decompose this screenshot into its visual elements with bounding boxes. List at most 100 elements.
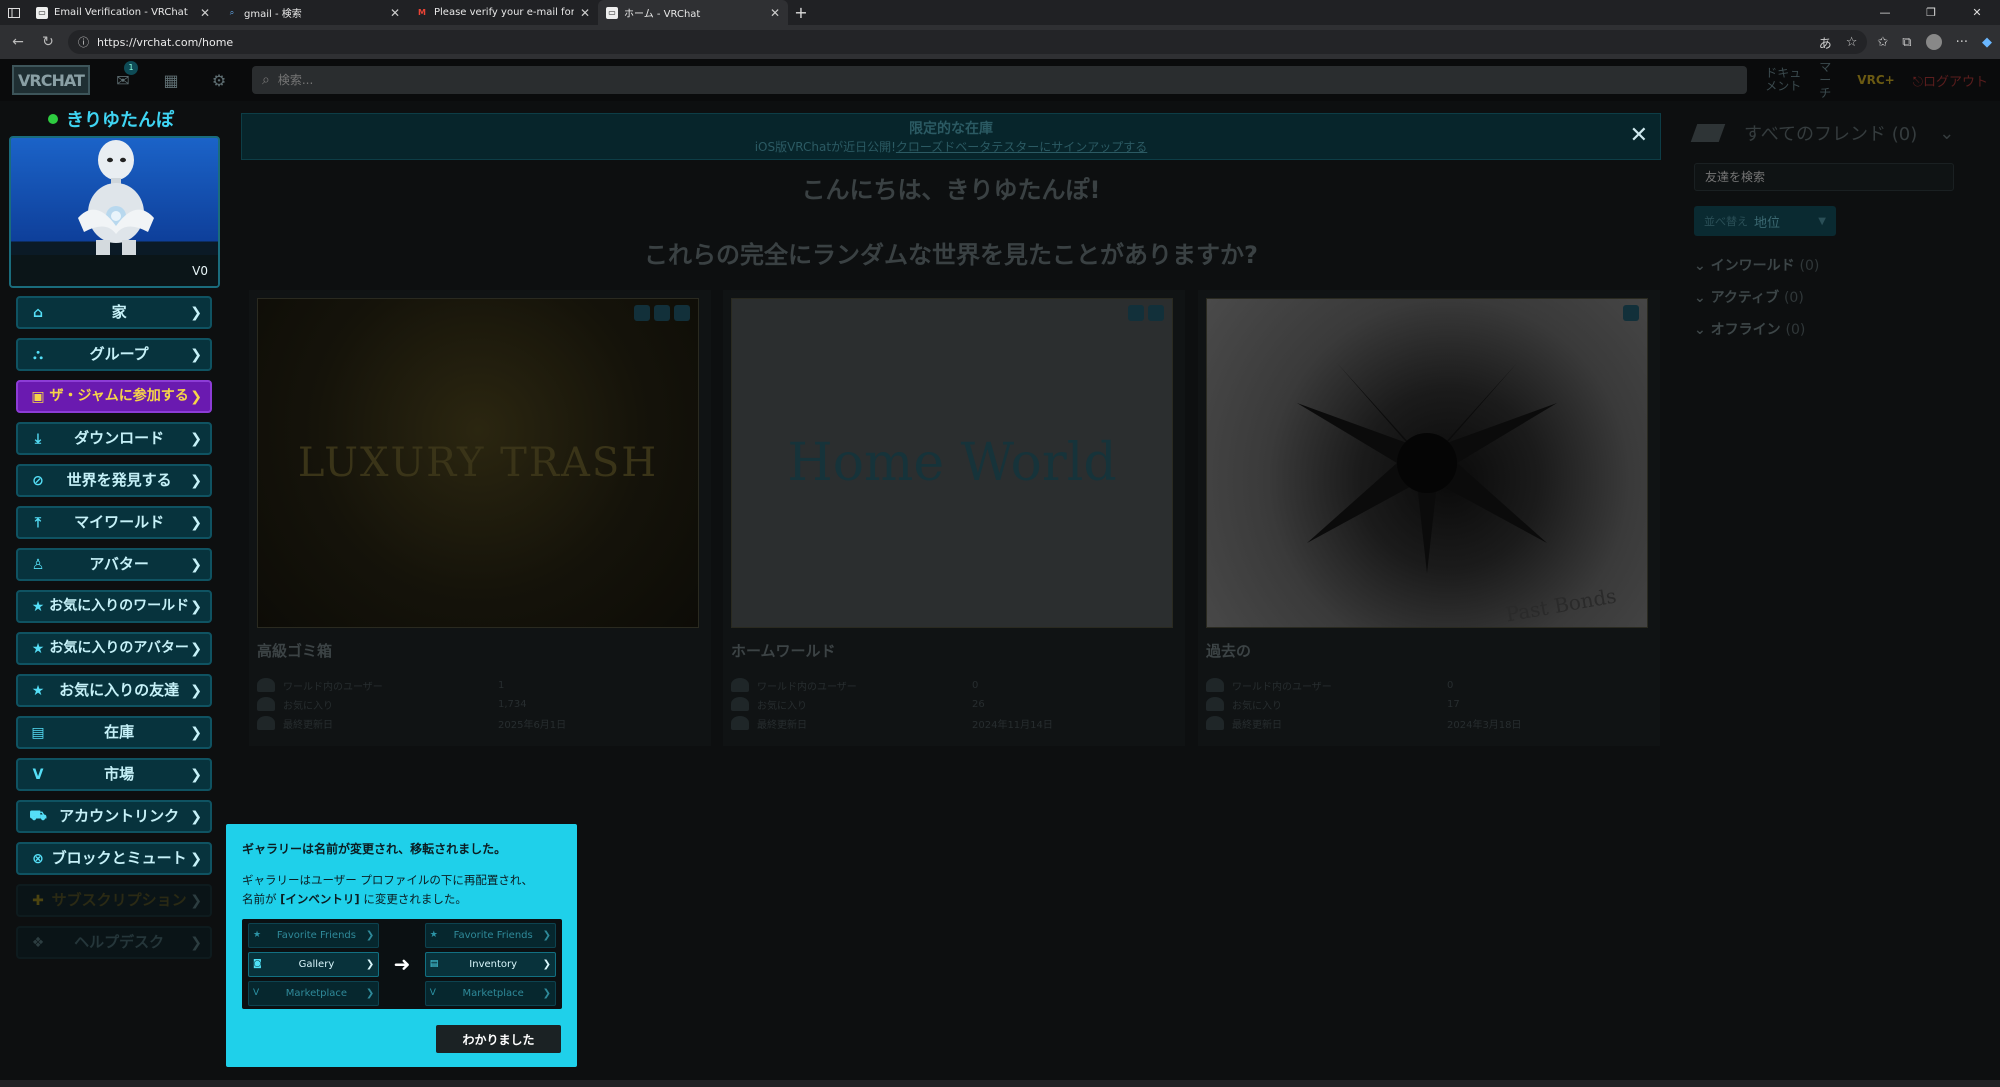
friend-sort-select[interactable]: 並べ替え 地位 ▼ (1694, 206, 1836, 236)
world-thumbnail[interactable]: LUXURY TRASH (257, 298, 699, 628)
site-info-icon[interactable]: ⓘ (78, 34, 89, 50)
browser-tab[interactable]: ⌕ gmail - 検索 ✕ (218, 0, 408, 25)
world-name[interactable]: 過去の (1206, 640, 1652, 661)
tab-actions-icon[interactable] (0, 0, 28, 25)
sidebar-item-groups[interactable]: ⛬ グループ ❯ (16, 338, 212, 371)
favorites-icon[interactable]: ✩ (1877, 35, 1888, 50)
logout-link[interactable]: ⎋ログアウト (1913, 71, 1988, 90)
close-icon[interactable]: ✕ (580, 6, 590, 20)
sidebar-item-marketplace[interactable]: V 市場 ❯ (16, 758, 212, 791)
world-card[interactable]: Past Bonds 過去の ワールド内のユーザー 0 お気に入り 17 最終更新日… (1198, 290, 1660, 746)
world-thumbnail[interactable]: Past Bonds (1206, 298, 1648, 628)
settings-icon[interactable]: ⚙ (204, 71, 234, 90)
promo-text-prefix: iOS版VRChatが近日公開! (754, 140, 896, 154)
vrc-plus-link[interactable]: VRC+ (1857, 73, 1894, 87)
download-icon: ⤓ (34, 430, 42, 447)
more-icon[interactable]: ··· (1956, 35, 1968, 50)
docs-link[interactable]: ドキュメント (1765, 67, 1801, 93)
friend-group-active[interactable]: ⌄ アクティブ (0) (1694, 287, 1819, 307)
calendar-icon[interactable]: ▦ (156, 71, 186, 90)
sidebar-item-favorite-worlds[interactable]: ★ お気に入りのワールド ❯ (16, 590, 212, 623)
close-icon[interactable]: ✕ (200, 6, 210, 20)
copilot-icon[interactable]: ◆ (1982, 35, 1992, 50)
sidebar-item-favorite-friends[interactable]: ★ お気に入りの友達 ❯ (16, 674, 212, 707)
minimize-icon[interactable]: — (1862, 0, 1908, 25)
window-close-icon[interactable]: ✕ (1954, 0, 2000, 25)
sidebar-item-label: お気に入りの友達 (59, 681, 180, 699)
sidebar-item-join-jam[interactable]: ▣ ザ・ジャムに参加する ❯ (16, 380, 212, 413)
sidebar-item-inventory[interactable]: ▤ 在庫 ❯ (16, 716, 212, 749)
demo-item: V Marketplace ❯ (424, 980, 556, 1006)
new-tab-icon[interactable]: + (788, 3, 814, 22)
mail-icon[interactable]: ✉ 1 (108, 60, 138, 90)
notice-title: ギャラリーは名前が変更され、移転されました。 (242, 842, 507, 856)
close-icon[interactable]: ✕ (390, 6, 400, 20)
android-platform-icon (1148, 305, 1164, 321)
march-link[interactable]: マーチ (1819, 60, 1839, 100)
world-name[interactable]: ホームワールド (731, 640, 1177, 661)
before-menu: ★ Favorite Friends ❯ ◙ Gallery ❯ V Marketplac… (248, 922, 380, 1006)
thumbnail-text: Past Bonds (1503, 583, 1619, 627)
window-bottom-edge (0, 1080, 2000, 1087)
star-icon: ★ (253, 930, 262, 940)
world-card[interactable]: LUXURY TRASH 高級ゴミ箱 ワールド内のユーザー 1 お気に入り 1,73… (249, 290, 711, 746)
search-input[interactable] (277, 73, 1738, 87)
sidebar-item-favorite-avatars[interactable]: ★ お気に入りのアバター ❯ (16, 632, 212, 665)
translate-icon[interactable]: あ (1819, 33, 1832, 52)
url-field[interactable]: ⓘ https://vrchat.com/home あ ☆ (68, 30, 1868, 54)
sidebar-item-help-desk[interactable]: ❖ ヘルプデスク ❯ (16, 926, 212, 959)
inventory-icon: ▤ (31, 724, 45, 741)
random-worlds-heading: これらの完全にランダムな世界を見たことがありますか? (644, 241, 1258, 269)
friend-search-field[interactable] (1694, 163, 1954, 191)
friend-search-input[interactable] (1705, 170, 1943, 184)
promo-signup-link[interactable]: クローズドベータテスターにサインアップする (896, 140, 1147, 154)
search-bar[interactable]: ⌕ (252, 66, 1748, 94)
sidebar-item-my-worlds[interactable]: ⤒ マイワールド ❯ (16, 506, 212, 539)
sidebar-item-account-link[interactable]: ⛟ アカウントリンク ❯ (16, 800, 212, 833)
vrchat-logo[interactable]: VRCHAT (12, 65, 90, 95)
sidebar-item-subscription[interactable]: ✚ サブスクリプション ❯ (16, 884, 212, 917)
friend-group-offline[interactable]: ⌄ オフライン (0) (1694, 319, 1819, 339)
stat-favorites: お気に入り 1,734 (257, 696, 703, 712)
demo-item: ◙ Gallery ❯ (248, 951, 380, 977)
browser-tab[interactable]: ▭ Email Verification - VRChat ✕ (28, 0, 218, 25)
browser-tab-active[interactable]: ▭ ホーム - VRChat ✕ (598, 0, 788, 25)
sidebar-item-label: ザ・ジャムに参加する (49, 388, 189, 404)
browser-tab[interactable]: M Please verify your e-mail for VRC ✕ (408, 0, 598, 25)
search-favicon-icon: ⌕ (229, 7, 235, 17)
friend-group-in-world[interactable]: ⌄ インワールド (0) (1694, 255, 1819, 275)
sidebar-item-block-mute[interactable]: ⊗ ブロックとミュート ❯ (16, 842, 212, 875)
sidebar-item-download[interactable]: ⤓ ダウンロード ❯ (16, 422, 212, 455)
browser-profile-avatar[interactable] (1925, 34, 1942, 50)
window-controls: — ❐ ✕ (1862, 0, 2000, 25)
close-icon[interactable]: ✕ (1630, 123, 1648, 148)
thumbnail-text: Home World (787, 433, 1117, 493)
world-thumbnail[interactable]: Home World (731, 298, 1173, 628)
world-name[interactable]: 高級ゴミ箱 (257, 640, 703, 661)
pc-platform-icon (634, 305, 650, 321)
back-icon[interactable]: ← (8, 34, 28, 50)
close-icon[interactable]: ✕ (770, 6, 780, 20)
chevron-right-icon: ❯ (365, 929, 375, 941)
chevron-right-icon: ❯ (190, 556, 202, 573)
avatar-card[interactable]: V0 (9, 136, 220, 288)
chevron-right-icon: ❯ (190, 388, 202, 405)
sidebar-item-avatars[interactable]: ♙ アバター ❯ (16, 548, 212, 581)
star-icon (1206, 697, 1224, 711)
gmail-favicon-icon: M (418, 8, 426, 17)
reload-icon[interactable]: ↻ (38, 34, 58, 50)
chevron-right-icon: ❯ (190, 682, 202, 699)
world-card[interactable]: Home World ホームワールド ワールド内のユーザー 0 お気に入り 26 最… (723, 290, 1185, 746)
sidebar-item-label: アカウントリンク (59, 807, 180, 825)
friends-header[interactable]: すべてのフレンド (0) ⌄ (1690, 120, 1954, 146)
sidebar-item-discover-worlds[interactable]: ⊘ 世界を発見する ❯ (16, 464, 212, 497)
search-icon: ⌕ (262, 72, 270, 88)
avatar-image (78, 140, 154, 255)
sidebar-item-label: ヘルプデスク (74, 933, 165, 951)
profile-name[interactable]: きりゆたんぽ (48, 106, 174, 132)
sidebar-item-home[interactable]: ⌂ 家 ❯ (16, 296, 212, 329)
got-it-button[interactable]: わかりました (436, 1025, 561, 1053)
bookmark-star-icon[interactable]: ☆ (1846, 35, 1858, 50)
restore-icon[interactable]: ❐ (1908, 0, 1954, 25)
collections-icon[interactable]: ⧉ (1902, 35, 1911, 50)
